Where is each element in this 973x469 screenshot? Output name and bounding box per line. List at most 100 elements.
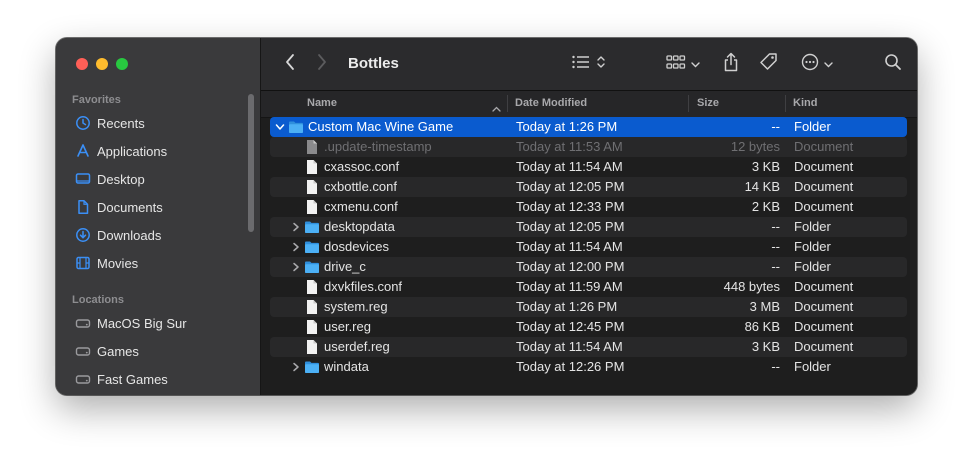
ellipsis-circle-icon <box>801 53 819 76</box>
file-name: userdef.reg <box>324 339 390 354</box>
table-row[interactable]: .update-timestamp Today at 11:53 AM 12 byt… <box>270 137 907 157</box>
close-window-button[interactable] <box>76 58 88 70</box>
sidebar-item-games[interactable]: Games <box>68 339 250 363</box>
file-kind: Document <box>794 179 854 194</box>
sidebar-item-macos-big-sur[interactable]: MacOS Big Sur <box>68 311 250 335</box>
chevron-right-icon <box>316 53 328 76</box>
forward-button[interactable] <box>311 52 333 76</box>
table-row[interactable]: drive_c Today at 12:00 PM -- Folder <box>270 257 907 277</box>
document-icon <box>304 339 320 355</box>
table-row[interactable]: dosdevices Today at 11:54 AM -- Folder <box>270 237 907 257</box>
file-name: cxbottle.conf <box>324 179 397 194</box>
zoom-window-button[interactable] <box>116 58 128 70</box>
sidebar-item-recents[interactable]: Recents <box>68 111 250 135</box>
date-modified: Today at 11:53 AM <box>516 139 623 154</box>
sidebar-item-fast-games[interactable]: Fast Games <box>68 367 250 391</box>
sidebar-scrollbar[interactable] <box>248 94 254 232</box>
date-modified: Today at 12:26 PM <box>516 359 625 374</box>
chevron-left-icon <box>284 53 296 76</box>
sidebar-item-label: MacOS Big Sur <box>97 315 187 331</box>
table-row[interactable]: cxbottle.conf Today at 12:05 PM 14 KB Docum… <box>270 177 907 197</box>
disclosure-collapsed-icon[interactable] <box>290 241 302 253</box>
sidebar-item-desktop[interactable]: Desktop <box>68 167 250 191</box>
column-header-name[interactable]: Name <box>307 97 337 109</box>
column-divider[interactable] <box>785 95 786 112</box>
table-row[interactable]: user.reg Today at 12:45 PM 86 KB Document <box>270 317 907 337</box>
more-actions-button[interactable] <box>797 52 837 76</box>
back-button[interactable] <box>279 52 301 76</box>
sidebar-item-label: Fast Games <box>97 371 168 387</box>
folder-icon <box>304 359 320 375</box>
file-size: 14 KB <box>744 179 780 194</box>
table-row[interactable]: dxvkfiles.conf Today at 11:59 AM 448 bytes… <box>270 277 907 297</box>
view-options-button[interactable] <box>567 52 609 76</box>
disclosure-collapsed-icon[interactable] <box>290 361 302 373</box>
table-row[interactable]: cxassoc.conf Today at 11:54 AM 3 KB Documen… <box>270 157 907 177</box>
tags-button[interactable] <box>757 52 781 76</box>
clock-icon <box>74 114 92 132</box>
document-icon <box>304 159 320 175</box>
share-button[interactable] <box>720 52 742 76</box>
column-header-date[interactable]: Date Modified <box>515 97 587 109</box>
column-divider[interactable] <box>507 95 508 112</box>
file-name: dosdevices <box>324 239 390 254</box>
file-kind: Folder <box>794 219 831 234</box>
search-button[interactable] <box>881 52 905 76</box>
disk-icon <box>74 314 92 332</box>
minimize-window-button[interactable] <box>96 58 108 70</box>
file-size: -- <box>771 119 780 134</box>
file-size: 3 KB <box>751 159 780 174</box>
date-modified: Today at 11:54 AM <box>516 159 623 174</box>
file-size: 86 KB <box>744 319 780 334</box>
file-kind: Document <box>794 279 854 294</box>
sidebar-item-label: Applications <box>97 143 168 159</box>
folder-icon <box>304 259 320 275</box>
table-row[interactable]: Custom Mac Wine Game Today at 1:26 PM -- Fo… <box>270 117 907 137</box>
table-row[interactable]: system.reg Today at 1:26 PM 3 MB Document <box>270 297 907 317</box>
date-modified: Today at 12:05 PM <box>516 179 625 194</box>
date-modified: Today at 12:05 PM <box>516 219 625 234</box>
locations-header: Locations <box>72 294 124 306</box>
file-name: dxvkfiles.conf <box>324 279 403 294</box>
disclosure-expanded-icon[interactable] <box>274 121 286 133</box>
sidebar-item-label: Documents <box>97 199 163 215</box>
date-modified: Today at 11:59 AM <box>516 279 623 294</box>
applications-icon <box>74 142 92 160</box>
grid-icon <box>666 54 686 75</box>
folder-icon <box>304 239 320 255</box>
file-name: user.reg <box>324 319 371 334</box>
file-size: -- <box>771 359 780 374</box>
sidebar-item-applications[interactable]: Applications <box>68 139 250 163</box>
folder-icon <box>288 119 304 135</box>
favorites-header: Favorites <box>72 94 121 106</box>
sidebar-item-documents[interactable]: Documents <box>68 195 250 219</box>
table-row[interactable]: windata Today at 12:26 PM -- Folder <box>270 357 907 377</box>
file-name: drive_c <box>324 259 366 274</box>
table-row[interactable]: cxmenu.conf Today at 12:33 PM 2 KB Document <box>270 197 907 217</box>
file-size: 3 KB <box>751 339 780 354</box>
sidebar-item-label: Movies <box>97 255 139 271</box>
file-kind: Document <box>794 159 854 174</box>
file-size: -- <box>771 259 780 274</box>
sidebar-item-downloads[interactable]: Downloads <box>68 223 250 247</box>
column-header: Name Date Modified Size Kind <box>261 91 917 118</box>
file-name: cxmenu.conf <box>324 199 398 214</box>
file-kind: Document <box>794 199 854 214</box>
table-row[interactable]: desktopdata Today at 12:05 PM -- Folder <box>270 217 907 237</box>
table-row[interactable]: userdef.reg Today at 11:54 AM 3 KB Document <box>270 337 907 357</box>
disclosure-collapsed-icon[interactable] <box>290 221 302 233</box>
disclosure-collapsed-icon[interactable] <box>290 261 302 273</box>
disk-icon <box>74 342 92 360</box>
sidebar-item-label: Downloads <box>97 227 162 243</box>
file-kind: Document <box>794 139 854 154</box>
column-divider[interactable] <box>688 95 689 112</box>
column-header-size[interactable]: Size <box>697 97 719 109</box>
date-modified: Today at 11:54 AM <box>516 239 623 254</box>
group-by-button[interactable] <box>663 52 703 76</box>
list-view-icon <box>571 54 591 75</box>
tag-icon <box>759 52 779 77</box>
file-kind: Folder <box>794 239 831 254</box>
column-header-kind[interactable]: Kind <box>793 97 817 109</box>
sidebar-item-movies[interactable]: Movies <box>68 251 250 275</box>
document-icon <box>304 139 320 155</box>
